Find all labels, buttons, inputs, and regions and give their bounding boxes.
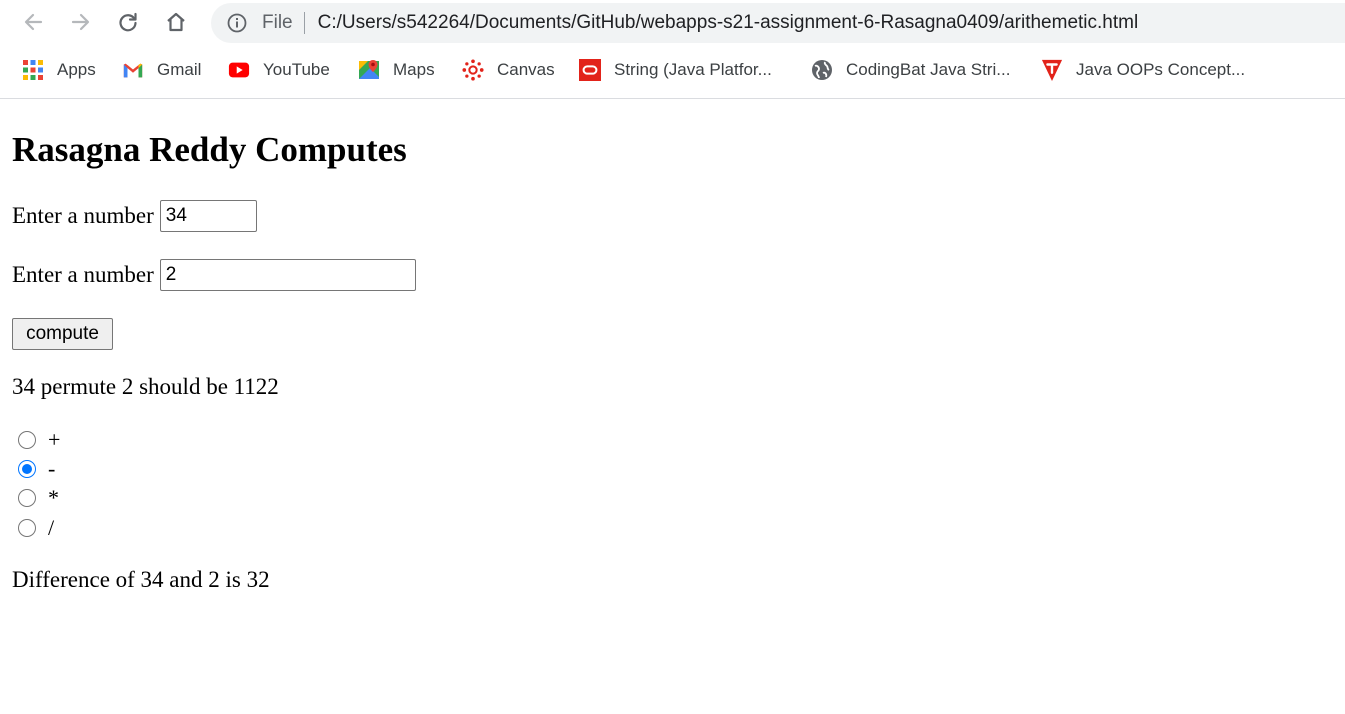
radio-add[interactable] xyxy=(18,431,36,449)
arrow-left-icon xyxy=(24,13,43,31)
bookmark-java-oops[interactable]: Java OOPs Concept... xyxy=(1041,52,1245,88)
radio-multiply[interactable] xyxy=(18,489,36,507)
oracle-icon xyxy=(579,59,601,81)
bookmark-label: Java OOPs Concept... xyxy=(1076,60,1246,79)
bookmark-codingbat[interactable]: CodingBat Java Stri... xyxy=(811,52,1010,88)
bookmark-label: Gmail xyxy=(157,60,202,79)
reload-icon xyxy=(119,12,137,32)
youtube-icon xyxy=(228,59,250,81)
canvas-icon xyxy=(462,59,484,81)
home-button[interactable] xyxy=(161,7,191,37)
arrow-right-icon xyxy=(71,13,90,31)
reload-button[interactable] xyxy=(113,7,143,37)
bookmark-label: YouTube xyxy=(263,60,330,79)
operation-option-divide[interactable]: / xyxy=(18,515,54,541)
maps-icon xyxy=(358,59,380,81)
compute-button[interactable]: compute xyxy=(12,318,113,350)
bookmarks-bar: Apps Gmail YouTube Maps Canvas String (J… xyxy=(0,52,1345,88)
bookmark-maps[interactable]: Maps xyxy=(358,52,435,88)
javatpoint-icon xyxy=(1041,59,1063,81)
operation-multiply-label: * xyxy=(48,485,59,510)
gmail-icon xyxy=(122,59,144,81)
radio-divide[interactable] xyxy=(18,519,36,537)
bookmark-label: Maps xyxy=(393,60,435,79)
first-number-input[interactable] xyxy=(159,200,257,232)
bookmark-label: String (Java Platfor... xyxy=(614,60,772,79)
address-url[interactable]: C:/Users/s542264/Documents/GitHub/webapp… xyxy=(318,12,1139,34)
bookmark-gmail[interactable]: Gmail xyxy=(122,52,201,88)
bookmark-apps[interactable]: Apps xyxy=(22,52,96,88)
operation-add-label: + xyxy=(48,427,61,452)
operation-divide-label: / xyxy=(48,515,55,540)
second-number-row: Enter a number xyxy=(12,259,416,291)
info-icon[interactable] xyxy=(226,12,248,34)
page-title: Rasagna Reddy Computes xyxy=(12,130,407,169)
first-number-label: Enter a number xyxy=(12,203,154,228)
address-bar[interactable]: File C:/Users/s542264/Documents/GitHub/w… xyxy=(211,3,1345,43)
permute-result-text: 34 permute 2 should be 1122 xyxy=(12,374,279,399)
operation-option-subtract[interactable]: - xyxy=(18,456,55,482)
radio-subtract[interactable] xyxy=(18,460,36,478)
browser-toolbar: File C:/Users/s542264/Documents/GitHub/w… xyxy=(0,0,1345,46)
bookmark-label: Canvas xyxy=(497,60,555,79)
apps-grid-icon xyxy=(22,59,44,81)
bookmark-youtube[interactable]: YouTube xyxy=(228,52,330,88)
operation-option-multiply[interactable]: * xyxy=(18,485,59,511)
operation-subtract-label: - xyxy=(48,456,56,481)
second-number-input[interactable] xyxy=(159,259,416,291)
first-number-row: Enter a number xyxy=(12,200,257,232)
globe-icon xyxy=(811,59,833,81)
back-button[interactable] xyxy=(18,7,48,37)
home-icon xyxy=(167,12,185,32)
forward-button[interactable] xyxy=(66,7,96,37)
bookmark-string-java[interactable]: String (Java Platfor... xyxy=(579,52,772,88)
bookmark-canvas[interactable]: Canvas xyxy=(462,52,555,88)
address-divider xyxy=(303,12,305,34)
operation-result-text: Difference of 34 and 2 is 32 xyxy=(12,567,270,592)
operation-option-add[interactable]: + xyxy=(18,427,60,453)
bookmark-label: Apps xyxy=(57,60,96,79)
bookmark-label: CodingBat Java Stri... xyxy=(846,60,1011,79)
browser-chrome: File C:/Users/s542264/Documents/GitHub/w… xyxy=(0,0,1345,99)
second-number-label: Enter a number xyxy=(12,262,154,287)
address-scheme: File xyxy=(262,12,293,33)
